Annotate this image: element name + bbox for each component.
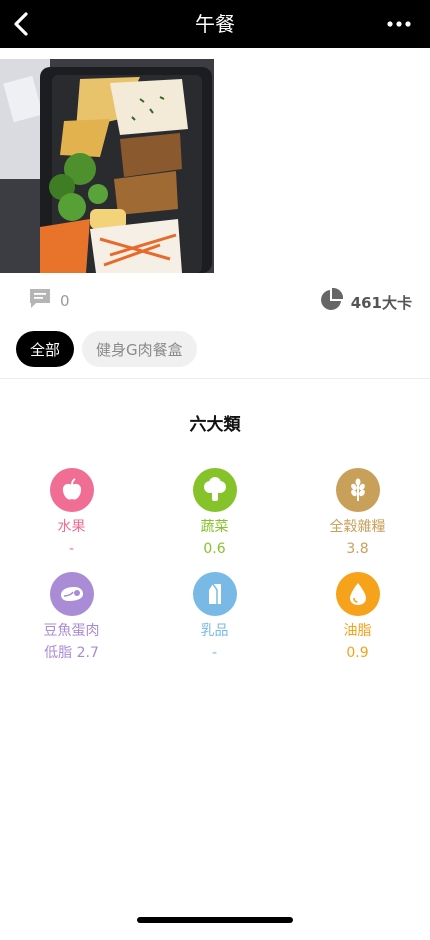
meal-photo[interactable]	[0, 59, 214, 273]
comment-count: 0	[60, 292, 70, 310]
wheat-icon	[350, 478, 365, 501]
food-group-dairy[interactable]: 乳品 -	[143, 572, 286, 663]
meat-icon	[60, 587, 83, 601]
grains-circle	[335, 468, 380, 512]
food-group-name: 乳品	[200, 623, 229, 639]
section-title: 六大類	[189, 415, 241, 435]
calorie-value: 461大卡	[350, 294, 412, 312]
vegetable-circle	[192, 468, 237, 512]
filter-chips: 全部 健身G肉餐盒	[16, 331, 197, 367]
protein-circle	[49, 572, 94, 616]
food-group-amount: -	[68, 541, 75, 557]
food-group-name: 全穀雜糧	[329, 519, 386, 535]
fruit-circle	[49, 468, 94, 512]
food-group-vegetable[interactable]: 蔬菜 0.6	[143, 468, 286, 559]
home-indicator[interactable]	[137, 917, 293, 923]
filter-chip-all[interactable]: 全部	[16, 331, 75, 367]
divider	[0, 378, 430, 379]
milk-carton-icon	[208, 583, 221, 604]
meal-meta-row: 0 461大卡	[0, 284, 430, 314]
calorie-summary[interactable]: 461大卡	[319, 286, 412, 313]
food-group-fruit[interactable]: 水果 -	[0, 468, 143, 559]
food-group-protein[interactable]: 豆魚蛋肉 低脂 2.7	[0, 572, 143, 663]
oil-circle	[335, 572, 380, 616]
more-options-button[interactable]	[386, 12, 412, 36]
dairy-circle	[192, 572, 237, 616]
food-group-amount: 0.9	[346, 645, 369, 661]
comment-icon	[30, 289, 50, 308]
food-group-amount: 3.8	[346, 541, 369, 557]
food-group-grains[interactable]: 全穀雜糧 3.8	[286, 468, 429, 559]
comment-button[interactable]: 0	[28, 286, 70, 310]
food-group-name: 蔬菜	[200, 519, 229, 535]
more-dots-icon	[387, 21, 411, 27]
food-group-amount: 0.6	[203, 541, 226, 557]
food-group-amount: -	[211, 645, 218, 661]
apple-icon	[62, 478, 81, 500]
food-group-oil[interactable]: 油脂 0.9	[286, 572, 429, 663]
broccoli-icon	[203, 477, 226, 501]
page-title: 午餐	[195, 12, 235, 36]
food-group-name: 油脂	[343, 623, 372, 639]
filter-chip-item[interactable]: 健身G肉餐盒	[82, 331, 197, 367]
lunch-box-image	[0, 59, 214, 273]
food-group-name: 豆魚蛋肉	[43, 623, 100, 639]
top-nav-bar: 午餐	[0, 0, 430, 48]
oil-drop-icon	[349, 583, 366, 605]
pie-chart-icon	[320, 287, 343, 310]
food-group-name: 水果	[57, 519, 86, 535]
food-group-amount: 低脂 2.7	[44, 645, 99, 661]
